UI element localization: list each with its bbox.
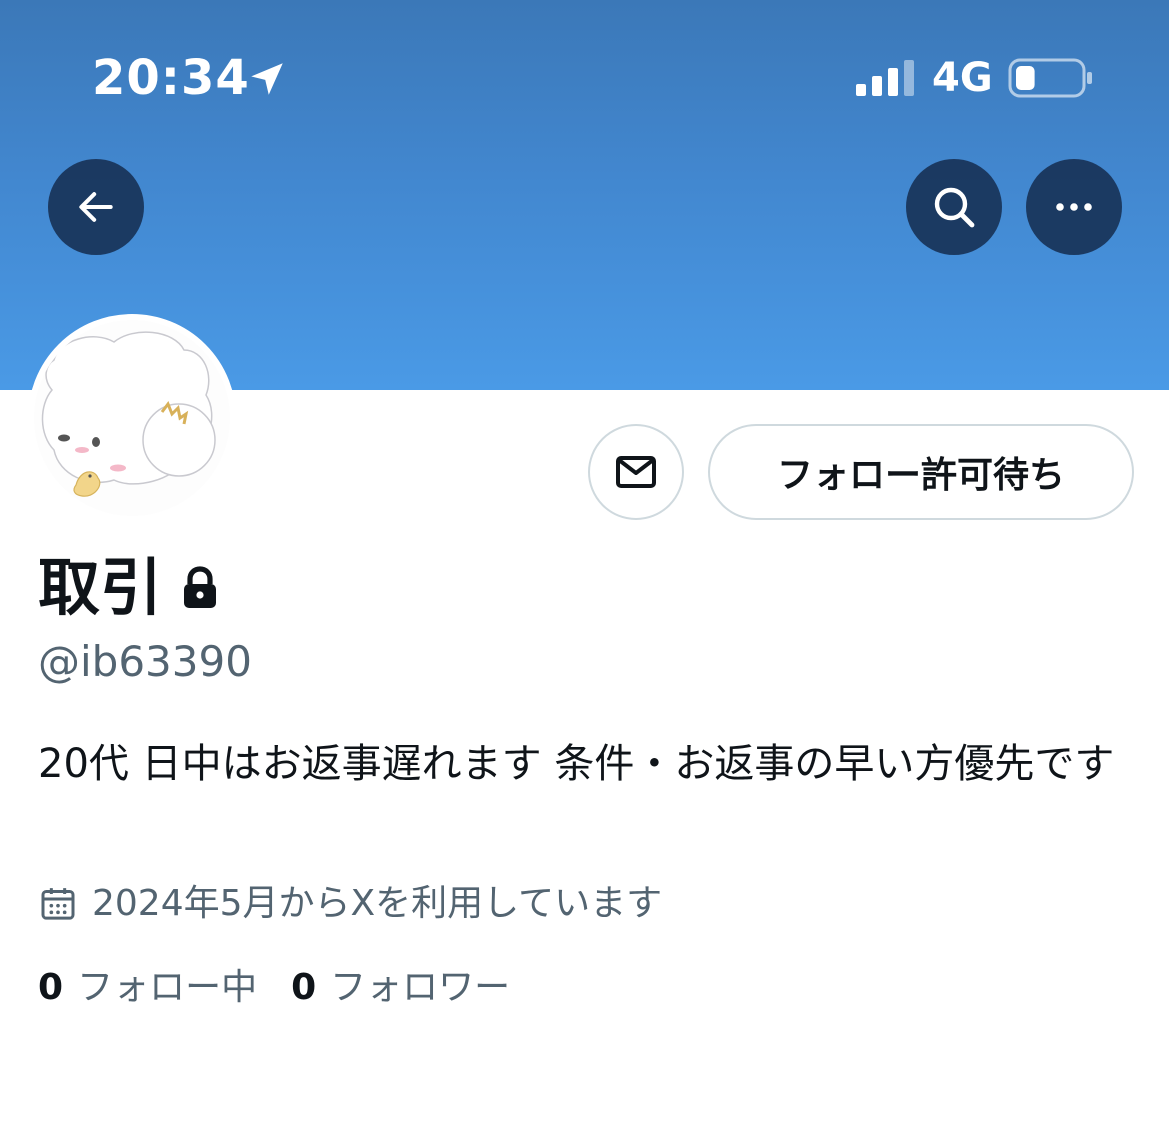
search-button[interactable]: [906, 159, 1002, 255]
battery-icon: [1008, 58, 1092, 98]
display-name: 取引: [38, 551, 163, 624]
followers-stat[interactable]: 0 フォロワー: [291, 964, 510, 1012]
profile-bio: 20代 日中はお返事遅れます 条件・お返事の早い方優先です: [38, 741, 1115, 787]
joined-date-text: 2024年5月からXを利用しています: [92, 883, 663, 924]
message-button[interactable]: [588, 424, 684, 520]
following-label: フォロー中: [77, 967, 258, 1008]
following-count: 0: [38, 967, 64, 1008]
joined-date: 2024年5月からXを利用しています: [38, 880, 662, 928]
user-handle: @ib63390: [38, 637, 252, 686]
more-button[interactable]: [1026, 159, 1122, 255]
followers-count: 0: [291, 967, 317, 1008]
back-button[interactable]: [48, 159, 144, 255]
follow-pending-button[interactable]: フォロー許可待ち: [708, 424, 1134, 520]
follow-stats: 0 フォロー中 0 フォロワー: [38, 964, 544, 1012]
arrow-left-icon: [79, 192, 113, 222]
followers-label: フォロワー: [330, 967, 511, 1008]
network-type: 4G: [932, 55, 993, 101]
calendar-icon: [41, 888, 75, 920]
avatar-illustration: [34, 320, 230, 516]
signal-bars-icon: [856, 60, 914, 96]
location-arrow-icon: [251, 63, 283, 95]
following-stat[interactable]: 0 フォロー中: [38, 964, 257, 1012]
more-horizontal-icon: [1056, 203, 1092, 211]
status-time: 20:34: [92, 50, 250, 106]
lock-icon: [184, 566, 216, 608]
mail-icon: [616, 456, 656, 488]
search-icon: [934, 187, 975, 228]
avatar[interactable]: [28, 314, 236, 522]
